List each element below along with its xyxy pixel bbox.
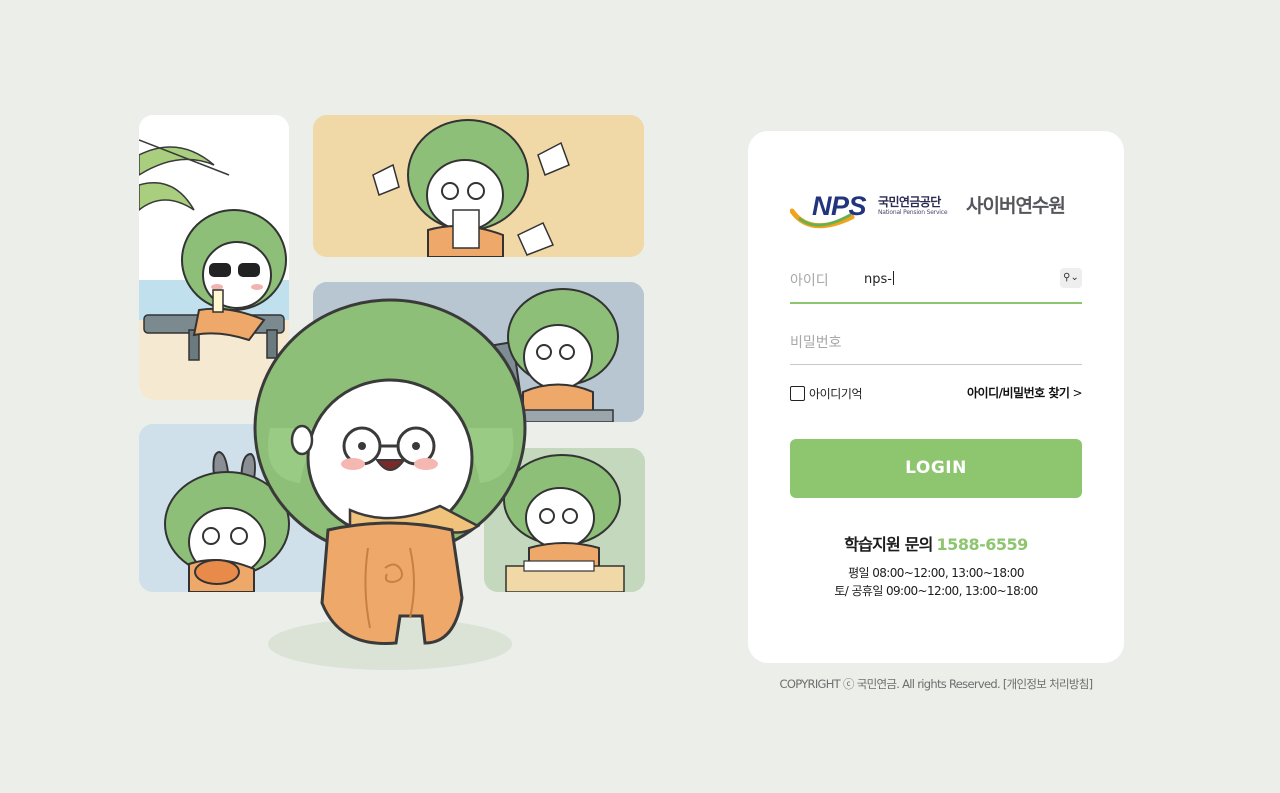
support-label: 학습지원 문의 (844, 535, 933, 554)
logo-org-korean: 국민연금공단 (878, 195, 941, 209)
key-icon[interactable]: ⚲⌄ (1060, 268, 1082, 288)
copyright-footer[interactable]: COPYRIGHT ⓒ 국민연금. All rights Reserved. [… (748, 676, 1124, 692)
remember-id-label[interactable]: 아이디기억 (809, 385, 863, 402)
find-link-text[interactable]: 아이디/비밀번호 찾기 (967, 386, 1070, 400)
logo-service-name: 사이버연수원 (966, 195, 1066, 217)
id-input[interactable]: nps- (864, 271, 894, 287)
remember-id-checkbox[interactable] (790, 385, 805, 401)
papers-panel-illustration (313, 115, 644, 257)
id-field[interactable]: 아이디 nps- ⚲⌄ (790, 262, 1082, 304)
support-phone: 1588-6559 (936, 535, 1029, 554)
login-button[interactable]: LOGIN (790, 439, 1082, 498)
login-card: NPS 국민연금공단 National Pension Service 사이버연… (748, 131, 1124, 663)
find-id-password-link[interactable]: 아이디/비밀번호 찾기 > (967, 383, 1082, 403)
remember-id-option[interactable]: 아이디기억 (790, 383, 863, 403)
main-mascot-character (250, 298, 540, 678)
mascot-illustration-collage (0, 0, 700, 793)
password-field-label: 비밀번호 (790, 335, 842, 351)
weekday-hours: 평일 08:00~12:00, 13:00~18:00 (848, 566, 1024, 580)
logo-brand-text: NPS (812, 191, 867, 221)
support-hours: 평일 08:00~12:00, 13:00~18:00 토/ 공휴일 09:00… (748, 564, 1124, 600)
logo-org-english: National Pension Service (878, 209, 948, 216)
weekend-hours: 토/ 공휴일 09:00~12:00, 13:00~18:00 (834, 584, 1038, 598)
chevron-right-icon: > (1072, 386, 1082, 400)
login-page: NPS 국민연금공단 National Pension Service 사이버연… (0, 0, 1280, 793)
password-field[interactable]: 비밀번호 (790, 324, 1082, 365)
nps-logo: NPS 국민연금공단 National Pension Service 사이버연… (790, 189, 1100, 231)
support-inquiry: 학습지원 문의 1588-6559 (748, 531, 1124, 555)
id-field-label: 아이디 (790, 273, 829, 289)
